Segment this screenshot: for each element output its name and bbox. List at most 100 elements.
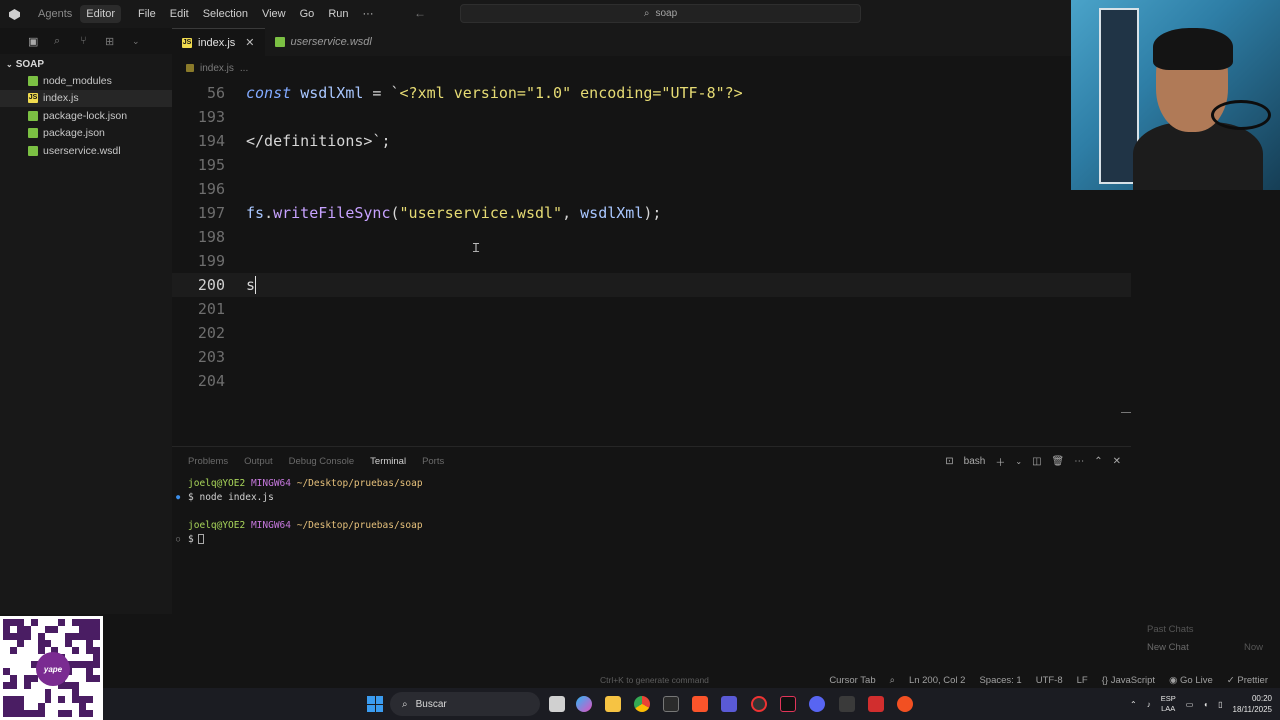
menu-bar: File Edit Selection View Go Run ··· xyxy=(131,8,381,20)
language-indicator[interactable]: ESP LAA xyxy=(1161,694,1176,714)
files-icon[interactable]: ▣ xyxy=(28,35,38,48)
menu-run[interactable]: Run xyxy=(321,8,355,20)
line-number: 197 xyxy=(197,204,225,222)
menu-selection[interactable]: Selection xyxy=(196,8,255,20)
brave-icon[interactable] xyxy=(692,696,708,712)
language-mode[interactable]: {} JavaScript xyxy=(1102,675,1155,686)
tiktok-icon[interactable] xyxy=(780,696,796,712)
close-panel-icon[interactable]: ✕ xyxy=(1113,456,1121,467)
breadcrumb-more[interactable]: ... xyxy=(240,63,248,74)
cursor-position[interactable]: Ln 200, Col 2 xyxy=(909,675,966,686)
volume-icon[interactable]: ◖ xyxy=(1203,700,1208,709)
tab-terminal[interactable]: Terminal xyxy=(370,456,406,467)
menu-go[interactable]: Go xyxy=(293,8,322,20)
tab-ports[interactable]: Ports xyxy=(422,456,444,467)
copilot-icon[interactable] xyxy=(576,696,592,712)
maximize-icon[interactable]: ⌃ xyxy=(1094,456,1102,467)
webcam-overlay xyxy=(1071,0,1280,190)
split-terminal-icon[interactable]: ◫ xyxy=(1032,456,1041,467)
shell-label[interactable]: bash xyxy=(964,456,986,467)
back-arrow-icon[interactable]: ← xyxy=(414,6,426,20)
windows-start-icon[interactable] xyxy=(367,696,383,712)
app-icon[interactable] xyxy=(839,696,855,712)
mic-icon[interactable]: ♪ xyxy=(1147,700,1151,709)
chevron-up-icon[interactable]: ⌃ xyxy=(1130,700,1137,709)
tab-output[interactable]: Output xyxy=(244,456,273,467)
battery-icon[interactable]: ▯ xyxy=(1218,700,1222,709)
code-line[interactable]: 198 xyxy=(172,225,1131,249)
cursor-logo-icon[interactable] xyxy=(0,0,28,28)
tab-problems[interactable]: Problems xyxy=(188,456,228,467)
qr-module xyxy=(86,682,94,689)
code-line[interactable]: 200 s xyxy=(172,273,1131,297)
app-icon[interactable] xyxy=(721,696,737,712)
mode-agents[interactable]: Agents xyxy=(32,5,78,23)
tree-item-package-lock[interactable]: package-lock.json xyxy=(0,107,172,125)
command-search[interactable]: ⌕ soap xyxy=(460,4,861,23)
past-chats-link[interactable]: Past Chats xyxy=(1147,624,1193,635)
code-line[interactable]: 199 xyxy=(172,249,1131,273)
code-line[interactable]: 193 xyxy=(172,105,1131,129)
tree-item-package-json[interactable]: package.json xyxy=(0,125,172,143)
indentation[interactable]: Spaces: 1 xyxy=(979,675,1021,686)
code-line[interactable]: 56 const wsdlXml = `<?xml version="1.0" e… xyxy=(172,81,1131,105)
breadcrumb-file[interactable]: index.js xyxy=(200,63,234,74)
app-icon[interactable] xyxy=(751,696,767,712)
code-line[interactable]: 194 </definitions>`; xyxy=(172,129,1131,153)
code-line[interactable]: 204 xyxy=(172,369,1131,393)
app-icon[interactable] xyxy=(868,696,884,712)
code-line[interactable]: 196 xyxy=(172,177,1131,201)
tree-item-node-modules[interactable]: node_modules xyxy=(0,72,172,90)
code-line[interactable]: 201 xyxy=(172,297,1131,321)
menu-edit[interactable]: Edit xyxy=(163,8,196,20)
search-sidebar-icon[interactable]: ⌕ xyxy=(54,35,60,48)
mode-editor[interactable]: Editor xyxy=(80,5,121,23)
file-explorer-icon[interactable] xyxy=(605,696,621,712)
caret xyxy=(255,276,257,295)
network-icon[interactable]: ▭ xyxy=(1186,700,1194,709)
tab-debug-console[interactable]: Debug Console xyxy=(289,456,355,467)
menu-view[interactable]: View xyxy=(255,8,293,20)
cursor-app-icon[interactable] xyxy=(663,696,679,712)
go-live-button[interactable]: ◉ Go Live xyxy=(1169,675,1213,686)
menu-file[interactable]: File xyxy=(131,8,163,20)
new-chat-link[interactable]: New Chat xyxy=(1147,642,1189,653)
zoom-icon[interactable]: ⌕ xyxy=(890,675,895,686)
tree-item-userservice-wsdl[interactable]: userservice.wsdl xyxy=(0,142,172,160)
encoding[interactable]: UTF-8 xyxy=(1036,675,1063,686)
code-line[interactable]: 202 xyxy=(172,321,1131,345)
tree-item-index-js[interactable]: JS index.js xyxy=(0,89,172,107)
prettier-status[interactable]: ✓ Prettier xyxy=(1227,675,1268,686)
qr-module xyxy=(51,710,59,717)
code-line[interactable]: 197 fs.writeFileSync("userservice.wsdl", … xyxy=(172,201,1131,225)
qr-module xyxy=(51,619,59,626)
js-file-icon xyxy=(186,64,194,72)
code-editor[interactable]: 56 const wsdlXml = `<?xml version="1.0" e… xyxy=(172,80,1131,442)
source-control-icon[interactable]: ⑂ xyxy=(80,35,87,47)
clock[interactable]: 00:20 18/11/2025 xyxy=(1233,693,1272,715)
tab-label: index.js xyxy=(198,36,236,49)
qr-module xyxy=(79,703,87,710)
explorer-root[interactable]: ⌄ SOAP xyxy=(0,54,172,72)
chrome-icon[interactable] xyxy=(634,696,650,712)
taskbar-search[interactable]: ⌕ Buscar xyxy=(390,692,540,716)
more-icon[interactable]: ⋯ xyxy=(1074,456,1084,467)
menu-more[interactable]: ··· xyxy=(356,8,381,20)
close-icon[interactable]: ✕ xyxy=(245,36,254,49)
code-line[interactable]: 203 xyxy=(172,345,1131,369)
new-terminal-icon[interactable]: ＋ xyxy=(995,454,1005,469)
terminal-output[interactable]: joelq@YOE2 MINGW64 ~/Desktop/pruebas/soa… xyxy=(172,476,1131,546)
chevron-down-icon[interactable]: ⌄ xyxy=(1015,457,1022,466)
cursor-tab-status[interactable]: Cursor Tab xyxy=(829,675,875,686)
editor-scrollbar[interactable] xyxy=(1121,412,1131,413)
trash-icon[interactable]: 🗑 xyxy=(1052,456,1065,467)
chevron-down-icon[interactable]: ⌄ xyxy=(132,36,140,47)
tab-userservice-wsdl[interactable]: userservice.wsdl xyxy=(265,28,382,56)
app-icon[interactable] xyxy=(897,696,913,712)
extensions-icon[interactable]: ⊞ xyxy=(105,35,114,48)
end-of-line[interactable]: LF xyxy=(1077,675,1088,686)
discord-icon[interactable] xyxy=(809,696,825,712)
task-view-icon[interactable] xyxy=(549,696,565,712)
code-line[interactable]: 195 xyxy=(172,153,1131,177)
tab-index-js[interactable]: JS index.js ✕ xyxy=(172,28,265,56)
